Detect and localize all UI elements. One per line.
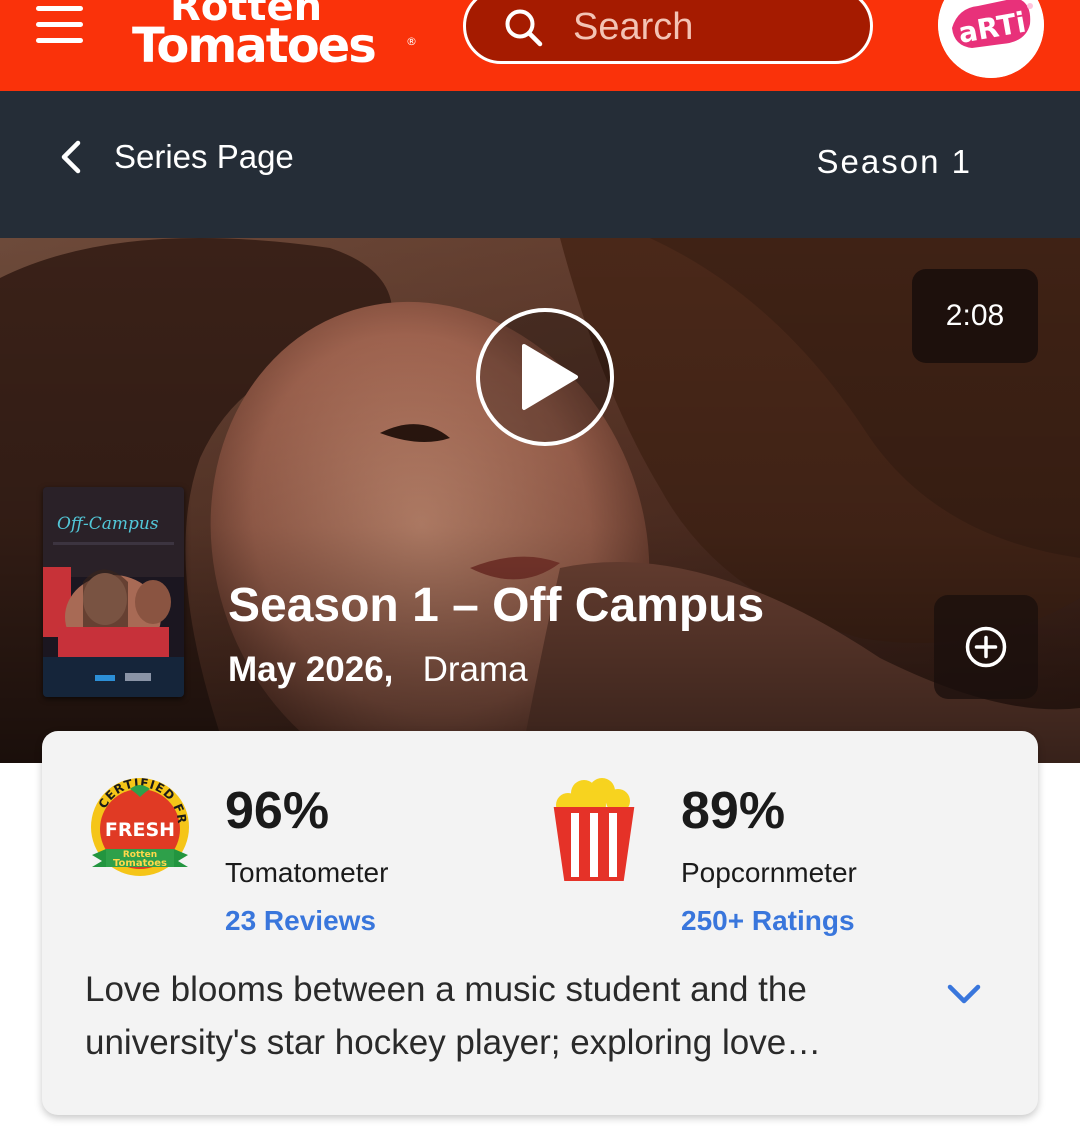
genre: Drama bbox=[422, 650, 528, 689]
play-icon[interactable] bbox=[474, 306, 616, 448]
popcornmeter-value: 89% bbox=[681, 782, 786, 840]
certified-fresh-icon: CERTIFIED FRESH CERTIFIED FRESH FRESH Ro… bbox=[88, 775, 189, 876]
search-bar[interactable] bbox=[463, 0, 873, 64]
arti-avatar[interactable]: aRTi bbox=[938, 0, 1044, 78]
rotten-tomatoes-logo[interactable]: Rotten Tomatoes ® bbox=[130, 0, 420, 72]
chevron-down-icon[interactable] bbox=[942, 977, 986, 1009]
season-title: Season 1 – Off Campus bbox=[228, 579, 765, 632]
hero-video[interactable]: 2:08 Off-Campus Season 1 – Off Campus Ma… bbox=[0, 238, 1080, 763]
tomatometer-label: Tomatometer bbox=[225, 857, 389, 888]
reviews-link[interactable]: 23 Reviews bbox=[225, 905, 376, 937]
series-page-link[interactable]: Series Page bbox=[60, 127, 294, 187]
popcornmeter-label: Popcornmeter bbox=[681, 857, 857, 888]
release-date: May 2026, bbox=[228, 650, 394, 689]
series-page-label: Series Page bbox=[114, 138, 294, 175]
svg-text:®: ® bbox=[406, 35, 417, 48]
season-meta: May 2026, Drama bbox=[228, 650, 528, 690]
season-selector[interactable]: Season 1 bbox=[817, 143, 972, 181]
popcorn-icon bbox=[553, 778, 635, 881]
menu-icon[interactable] bbox=[36, 6, 84, 46]
sub-nav: Series Page Season 1 bbox=[0, 91, 1080, 238]
poster-title-text: Off-Campus bbox=[57, 514, 159, 534]
svg-text:FRESH: FRESH bbox=[105, 819, 175, 841]
svg-text:Tomatoes: Tomatoes bbox=[113, 858, 167, 869]
top-bar: Rotten Tomatoes ® aRTi bbox=[0, 0, 1080, 91]
search-icon bbox=[505, 9, 543, 47]
tomatometer-value: 96% bbox=[225, 782, 330, 840]
chevron-left-icon bbox=[61, 140, 81, 174]
add-to-watchlist-button[interactable] bbox=[934, 595, 1038, 699]
video-duration: 2:08 bbox=[912, 269, 1038, 363]
scores-card: CERTIFIED FRESH CERTIFIED FRESH FRESH Ro… bbox=[42, 731, 1038, 1115]
svg-text:Tomatoes: Tomatoes bbox=[132, 18, 375, 72]
plus-circle-icon bbox=[965, 626, 1007, 668]
synopsis-text: Love blooms between a music student and … bbox=[85, 970, 822, 1062]
season-poster[interactable]: Off-Campus bbox=[43, 487, 184, 697]
ratings-link[interactable]: 250+ Ratings bbox=[681, 905, 855, 937]
search-input[interactable] bbox=[571, 3, 851, 51]
